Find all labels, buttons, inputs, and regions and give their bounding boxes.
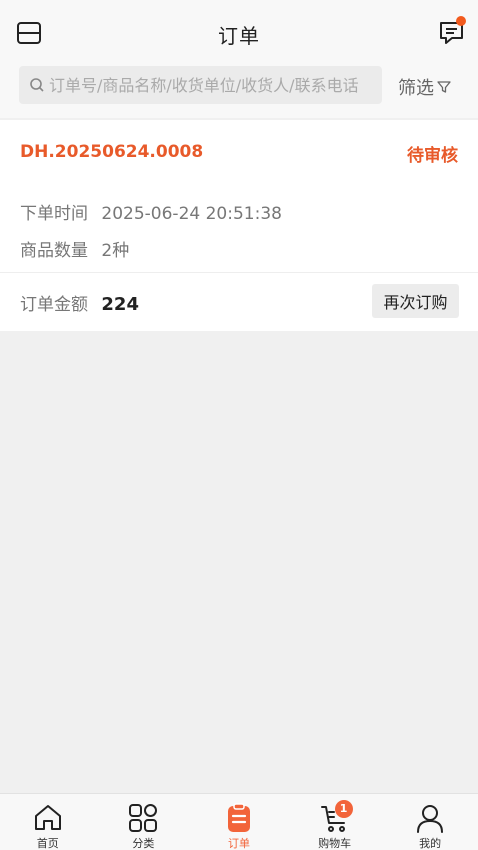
search-icon bbox=[30, 78, 44, 92]
message-button[interactable] bbox=[438, 16, 466, 46]
tab-order[interactable]: 订单 bbox=[191, 794, 287, 850]
search-row: 筛选 bbox=[0, 64, 478, 108]
tab-label: 首页 bbox=[36, 837, 59, 850]
tab-label: 订单 bbox=[227, 837, 250, 850]
unread-dot bbox=[456, 16, 466, 26]
filter-label: 筛选 bbox=[398, 78, 434, 99]
top-bar: 订单 bbox=[0, 0, 478, 64]
order-number: DH.20250624.0008 bbox=[20, 142, 204, 162]
order-qty-row: 商品数量 2种 bbox=[20, 236, 129, 261]
order-time-value: 2025-06-24 20:51:38 bbox=[101, 204, 282, 224]
page-title: 订单 bbox=[218, 24, 260, 48]
order-amount-value: 224 bbox=[101, 294, 139, 315]
tab-label: 购物车 bbox=[318, 837, 352, 850]
category-icon bbox=[127, 802, 159, 834]
order-amount-row: 订单金额 224 bbox=[20, 290, 139, 315]
order-qty-value: 2种 bbox=[101, 241, 130, 261]
funnel-icon bbox=[437, 81, 451, 93]
tab-label: 我的 bbox=[419, 837, 442, 850]
tab-home[interactable]: 首页 bbox=[0, 794, 96, 850]
order-time-row: 下单时间 2025-06-24 20:51:38 bbox=[20, 199, 282, 224]
tab-cart[interactable]: 1 购物车 bbox=[287, 794, 383, 850]
tab-profile[interactable]: 我的 bbox=[382, 794, 478, 850]
order-card[interactable]: DH.20250624.0008 待审核 下单时间 2025-06-24 20:… bbox=[0, 120, 478, 331]
reorder-button[interactable]: 再次订购 bbox=[372, 284, 459, 318]
header: 订单 筛选 bbox=[0, 0, 478, 118]
home-icon bbox=[32, 802, 64, 834]
tab-category[interactable]: 分类 bbox=[96, 794, 192, 850]
filter-button[interactable]: 筛选 bbox=[398, 74, 452, 100]
order-status: 待审核 bbox=[407, 146, 458, 166]
order-amount-label: 订单金额 bbox=[20, 295, 88, 315]
user-icon bbox=[414, 802, 446, 834]
tab-label: 分类 bbox=[132, 837, 155, 850]
search-box[interactable] bbox=[19, 66, 382, 104]
order-time-label: 下单时间 bbox=[20, 204, 88, 224]
cart-badge: 1 bbox=[334, 800, 353, 818]
divider bbox=[0, 272, 478, 273]
order-icon bbox=[223, 802, 255, 834]
order-qty-label: 商品数量 bbox=[20, 241, 88, 261]
search-input[interactable] bbox=[49, 75, 379, 95]
cart-icon: 1 bbox=[319, 800, 353, 834]
bottom-tab-bar: 首页 分类 订单 1 购物车 我的 bbox=[0, 793, 478, 850]
